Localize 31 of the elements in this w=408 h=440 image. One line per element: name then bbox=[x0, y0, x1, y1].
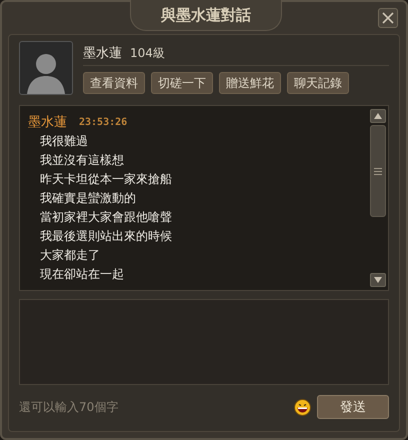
message-text: 我並沒有這樣想 bbox=[39, 152, 125, 169]
character-count: 還可以輸入70個字 bbox=[19, 398, 120, 416]
smiley-icon bbox=[294, 398, 311, 416]
message-text: 我很難過 bbox=[39, 133, 89, 150]
contact-name: 墨水蓮 bbox=[83, 45, 122, 62]
action-button[interactable]: 聊天記錄 bbox=[287, 72, 349, 94]
message-time: 23:53:26 bbox=[79, 116, 128, 128]
up-arrow-icon bbox=[374, 113, 382, 119]
action-button[interactable]: 贈送鮮花 bbox=[219, 72, 281, 94]
sender-name: 墨水蓮 bbox=[28, 114, 67, 131]
close-icon bbox=[382, 12, 394, 24]
message-text: 我最後選則站出來的時候 bbox=[39, 228, 173, 245]
window-title: 與墨水蓮對話 bbox=[130, 0, 282, 31]
scroll-down-button[interactable] bbox=[370, 273, 386, 287]
message-text: 昨天卡坦從本一家來搶船 bbox=[39, 171, 173, 188]
message-text: 大家都走了 bbox=[39, 247, 101, 264]
down-arrow-icon bbox=[374, 277, 382, 283]
message-input-field[interactable] bbox=[19, 299, 389, 385]
emoji-button[interactable] bbox=[294, 398, 311, 416]
send-button[interactable]: 發送 bbox=[317, 395, 389, 419]
scroll-up-button[interactable] bbox=[370, 109, 386, 123]
message-text: 現在卻站在一起 bbox=[39, 266, 125, 283]
action-button[interactable]: 查看資料 bbox=[83, 72, 145, 94]
message-text: 當初家裡大家會跟他嗆聲 bbox=[39, 209, 173, 226]
action-button[interactable]: 切磋一下 bbox=[151, 72, 213, 94]
grip-icon bbox=[374, 168, 382, 174]
scroll-thumb[interactable] bbox=[370, 125, 386, 217]
message-text: 我確實是蠻激動的 bbox=[39, 190, 137, 207]
avatar-placeholder bbox=[19, 41, 73, 95]
contact-level: 104級 bbox=[130, 44, 165, 62]
close-button[interactable] bbox=[378, 8, 398, 28]
